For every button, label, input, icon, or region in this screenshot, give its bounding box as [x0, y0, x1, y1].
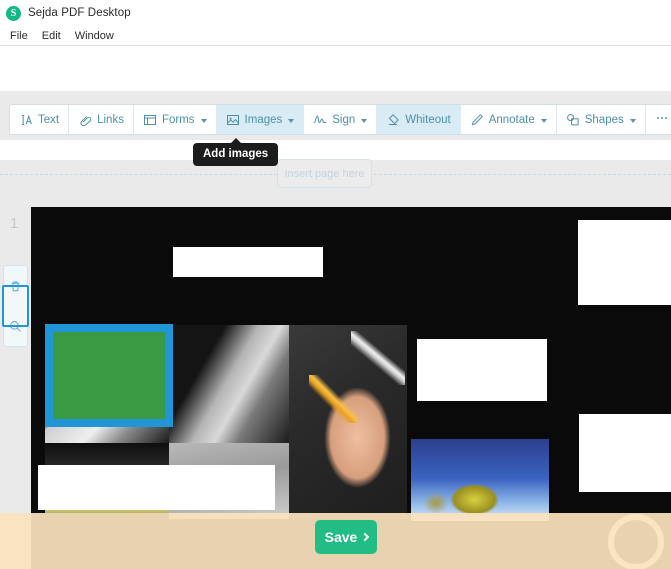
chevron-down-icon — [361, 118, 368, 123]
page-tools-panel — [3, 265, 28, 347]
chevron-down-icon — [540, 118, 547, 123]
chevron-down-icon — [200, 118, 207, 123]
photo-wing — [169, 325, 289, 443]
signature-icon — [313, 113, 327, 127]
title-bar: S Sejda PDF Desktop — [0, 0, 671, 26]
link-icon — [78, 113, 92, 127]
eraser-icon — [386, 113, 400, 127]
tool-label-shapes: Shapes — [584, 113, 624, 126]
app-window: S Sejda PDF Desktop File Edit Window Tex… — [0, 0, 671, 569]
chevron-down-icon — [629, 118, 636, 123]
whiteout-block-midright[interactable] — [417, 339, 547, 401]
delete-page-icon[interactable] — [3, 266, 28, 306]
tool-button-annotate[interactable]: Annotate — [460, 105, 557, 134]
sejda-logo-icon: S — [6, 5, 21, 21]
tool-label-forms: Forms — [161, 113, 195, 126]
shapes-icon — [566, 113, 580, 127]
page-number-label: 1 — [10, 215, 19, 232]
photo-pen-detail — [351, 331, 405, 385]
form-icon — [143, 113, 157, 127]
tool-button-more[interactable]: More — [645, 105, 671, 134]
add-images-tooltip: Add images — [193, 143, 279, 166]
tool-button-shapes[interactable]: Shapes — [556, 105, 646, 134]
tool-button-images[interactable]: Images — [216, 105, 305, 134]
menu-item-window[interactable]: Window — [68, 29, 121, 43]
whiteout-block-farright[interactable] — [579, 414, 671, 492]
text-cursor-icon — [19, 113, 33, 127]
menu-item-file[interactable]: File — [3, 29, 35, 43]
tool-label-annotate: Annotate — [488, 113, 535, 126]
toolbar-spacer — [0, 47, 671, 91]
selected-image-placeholder[interactable] — [45, 324, 173, 427]
whiteout-block-topright[interactable] — [578, 220, 671, 305]
whiteout-block-title[interactable] — [173, 247, 323, 277]
tool-label-links: Links — [97, 113, 124, 126]
insert-page-button[interactable]: Insert page here — [277, 159, 372, 188]
selected-image-content — [53, 332, 165, 419]
menu-bar: File Edit Window — [0, 27, 671, 46]
tool-button-sign[interactable]: Sign — [304, 105, 378, 134]
chevron-down-icon — [288, 118, 295, 123]
tool-button-text[interactable]: Text — [10, 105, 70, 134]
photo-sunglasses-sky — [411, 439, 549, 521]
tool-label-images: Images — [244, 113, 283, 126]
image-icon — [226, 113, 240, 127]
tool-label-sign: Sign — [332, 113, 356, 126]
tool-label-whiteout: Whiteout — [405, 113, 451, 126]
ellipsis-icon — [655, 113, 669, 127]
zoom-page-icon[interactable] — [3, 306, 28, 346]
whiteout-block-bottomleft[interactable] — [38, 465, 275, 510]
save-button-label: Save — [324, 529, 358, 545]
tool-button-whiteout[interactable]: Whiteout — [377, 105, 461, 134]
chevron-right-icon — [361, 532, 370, 542]
tool-label-text: Text — [38, 113, 60, 126]
pen-icon — [470, 113, 484, 127]
tool-button-forms[interactable]: Forms — [133, 105, 217, 134]
editor-toolbar: Text Links Forms Images Sign Whiteout An… — [9, 104, 671, 135]
photo-pencil-yellow — [309, 375, 357, 423]
window-title: Sejda PDF Desktop — [28, 7, 131, 19]
tool-button-links[interactable]: Links — [69, 105, 134, 134]
menu-item-edit[interactable]: Edit — [35, 29, 68, 43]
save-button[interactable]: Save — [315, 520, 377, 554]
